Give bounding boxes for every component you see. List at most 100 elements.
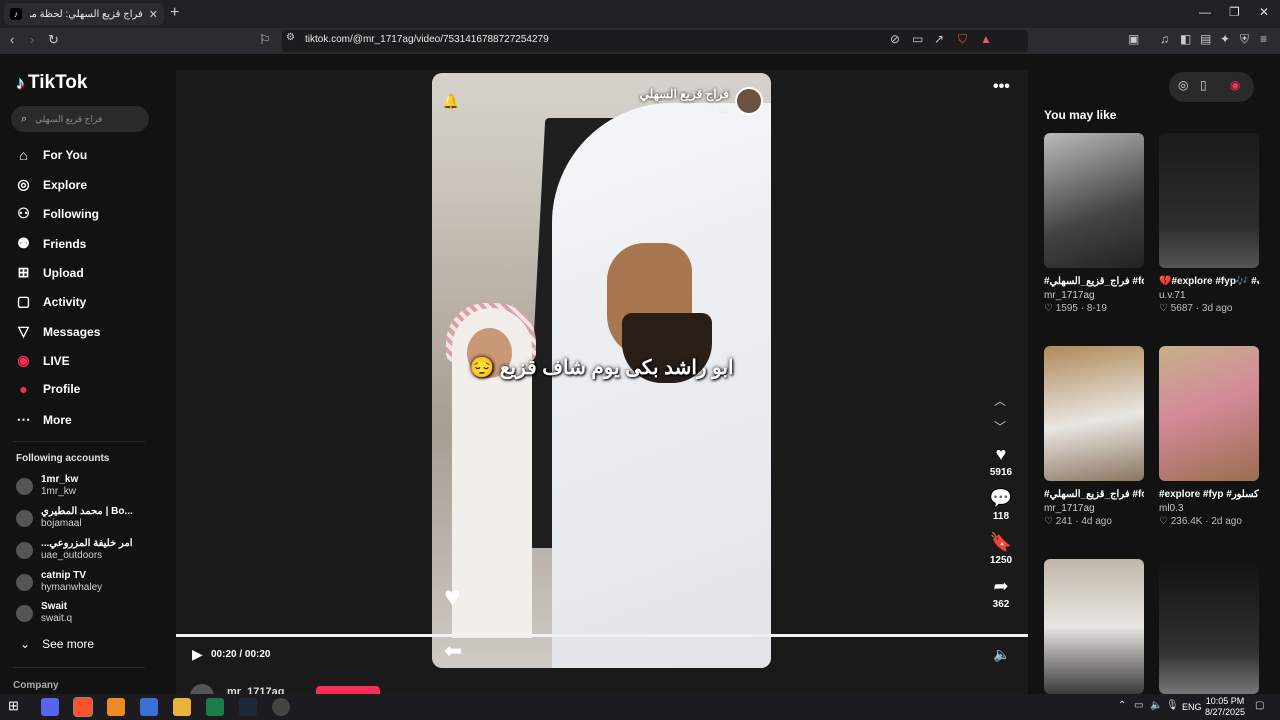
language-indicator[interactable]: ENG xyxy=(1182,702,1202,712)
forward-icon[interactable]: › xyxy=(30,32,34,47)
wallet-icon[interactable]: ▤ xyxy=(1200,32,1211,46)
nav-explore[interactable]: ◎ Explore xyxy=(16,176,87,193)
nav-label: Activity xyxy=(43,294,87,309)
follow-button[interactable] xyxy=(316,686,380,694)
more-options-icon[interactable]: ••• xyxy=(993,78,1010,96)
reader-icon[interactable]: ▣ xyxy=(1128,32,1139,46)
heart-outline-icon: ♡ xyxy=(1044,303,1056,314)
video-thumbnail[interactable] xyxy=(1044,346,1144,481)
discord-icon[interactable] xyxy=(41,698,59,716)
video-thumbnail[interactable] xyxy=(1159,559,1259,694)
save-button[interactable]: 🔖 1250 xyxy=(984,532,1018,566)
rewards-icon[interactable]: ▲ xyxy=(980,32,992,46)
following-account[interactable]: catnip TV hymanwhaley xyxy=(16,570,102,594)
cast-icon[interactable]: ▭ xyxy=(912,32,923,46)
search-input[interactable]: ⌕ فراج قزيع السهلي xyxy=(11,106,149,132)
video-thumbnail[interactable] xyxy=(1159,133,1259,268)
volume-icon[interactable]: 🔈 xyxy=(993,646,1010,663)
meta-separator: · xyxy=(1202,516,1212,527)
browser-tab[interactable]: ♪ فراج قزيع السهلي: لحظة مؤثرة مع ✕ xyxy=(4,3,164,25)
following-account[interactable]: 1mr_kw 1mr_kw xyxy=(16,474,78,498)
maximize-button[interactable]: ❐ xyxy=(1229,5,1240,19)
comment-button[interactable]: 💬 118 xyxy=(984,488,1018,522)
leo-icon[interactable]: ✦ xyxy=(1220,32,1230,46)
minimize-button[interactable]: — xyxy=(1199,5,1211,19)
like-button[interactable]: ♥ 5916 xyxy=(984,444,1018,478)
mobile-icon[interactable]: ▯ xyxy=(1200,78,1207,92)
tracking-icon[interactable]: ⊘ xyxy=(890,32,900,46)
site-info-icon[interactable]: ⚙ xyxy=(286,32,295,43)
recommended-video-card[interactable]: #explore #fyp #كسلور ml0.3 ♡ 236.4K · 2d… xyxy=(1159,346,1259,527)
nav-for-you[interactable]: ⌂ For You xyxy=(16,147,87,163)
media-icon[interactable]: ♫ xyxy=(1160,32,1169,46)
tiktok-logo[interactable]: ♪ TikTok xyxy=(16,72,87,94)
see-more-button[interactable]: ⌄ See more xyxy=(20,637,94,651)
speaker-icon[interactable]: 🔈 xyxy=(1150,700,1162,711)
next-video-button[interactable]: ﹀ xyxy=(994,418,1006,435)
brave-shield-icon[interactable]: ⛉ xyxy=(958,32,967,47)
bookmark-icon[interactable]: ⚐ xyxy=(259,32,271,48)
live-icon: ◉ xyxy=(17,352,30,368)
following-account[interactable]: ...امر خليفة المزروعي uae_outdoors xyxy=(16,538,133,562)
share-count: 362 xyxy=(992,599,1010,610)
play-icon[interactable]: ▶ xyxy=(192,646,203,663)
account-name: ...امر خليفة المزروعي xyxy=(41,538,133,549)
close-window-button[interactable]: ✕ xyxy=(1259,5,1269,19)
heart-overlay-icon: ♥ xyxy=(444,581,461,612)
video-player[interactable]: 🔔 فراج قزيع السهلي منذ ٢٨ ابو راشد بكى ي… xyxy=(432,73,771,668)
nav-label: Upload xyxy=(43,265,84,280)
back-icon[interactable]: ‹ xyxy=(10,32,14,47)
following-account[interactable]: Swait swait.q xyxy=(16,601,72,625)
nav-upload[interactable]: ⊞ Upload xyxy=(16,264,84,281)
app-icon[interactable] xyxy=(272,698,290,716)
reload-icon[interactable]: ↻ xyxy=(48,32,59,48)
brave-browser-icon[interactable] xyxy=(73,697,93,717)
recommended-video-card[interactable]: 💔#explore #fyp🎶 #مالي_خلق_احط_هاشتاقات u… xyxy=(1159,133,1259,314)
file-explorer-icon[interactable] xyxy=(173,698,191,716)
url-text[interactable]: tiktok.com/@mr_1717ag/video/753141678872… xyxy=(305,34,549,45)
app-icon[interactable] xyxy=(107,698,125,716)
app-icon[interactable] xyxy=(140,698,158,716)
new-tab-button[interactable]: + xyxy=(170,4,179,22)
tab-title: فراج قزيع السهلي: لحظة مؤثرة مع xyxy=(30,8,143,20)
clock[interactable]: 10:05 PM 8/27/2025 xyxy=(1205,696,1245,718)
recommended-video-card[interactable] xyxy=(1044,559,1144,694)
video-thumbnail[interactable] xyxy=(1044,559,1144,694)
video-thumbnail[interactable] xyxy=(1159,346,1259,481)
previous-video-button[interactable]: ︿ xyxy=(994,392,1006,409)
video-progress-bar[interactable] xyxy=(176,634,1028,637)
nav-profile[interactable]: ● Profile xyxy=(16,381,80,397)
share-button[interactable]: ➦ 362 xyxy=(984,576,1018,610)
network-icon[interactable]: ▭ xyxy=(1134,700,1143,711)
close-tab-icon[interactable]: ✕ xyxy=(149,8,158,21)
company-link[interactable]: Company xyxy=(13,680,59,691)
save-count: 1250 xyxy=(989,555,1013,566)
share-icon[interactable]: ↗ xyxy=(934,32,944,46)
nav-live[interactable]: ◉ LIVE xyxy=(16,352,69,369)
notification-icon[interactable]: ▢ xyxy=(1255,700,1264,711)
sidebar-icon[interactable]: ◧ xyxy=(1180,32,1191,46)
compass-icon[interactable]: ◎ xyxy=(1178,78,1188,92)
comment-icon: 💬 xyxy=(989,488,1013,508)
nav-friends[interactable]: ⚉ Friends xyxy=(16,235,86,252)
nav-messages[interactable]: ▽ Messages xyxy=(16,323,100,340)
vpn-icon[interactable]: ⛨ xyxy=(1240,32,1249,47)
divider xyxy=(13,441,145,442)
nav-following[interactable]: ⚇ Following xyxy=(16,205,99,222)
nav-activity[interactable]: ▢ Activity xyxy=(16,293,86,310)
recommended-video-card[interactable]: #فراج_قزيع_السهلي #foryoupage... mr_1717… xyxy=(1044,346,1144,527)
menu-icon[interactable]: ≡ xyxy=(1260,32,1267,46)
chevron-up-icon[interactable]: ⌃ xyxy=(1118,700,1126,711)
card-likes: 236.4K xyxy=(1170,516,1203,527)
excel-icon[interactable] xyxy=(206,698,224,716)
following-account[interactable]: محمد المطيري | Bo... bojamaal xyxy=(16,506,133,530)
video-thumbnail[interactable] xyxy=(1044,133,1144,268)
account-username: 1mr_kw xyxy=(41,486,77,497)
microphone-icon[interactable]: 🎙 xyxy=(1166,700,1179,711)
recommended-video-card[interactable] xyxy=(1159,559,1259,694)
windows-start-icon[interactable]: ⊞ xyxy=(8,698,26,716)
recommended-video-card[interactable]: #فراج_قزيع_السهلي #foryoupage... mr_1717… xyxy=(1044,133,1144,314)
nav-more[interactable]: ⋯ More xyxy=(16,411,72,428)
profile-icon[interactable]: ◉ xyxy=(1230,78,1240,92)
steam-icon[interactable] xyxy=(239,698,257,716)
